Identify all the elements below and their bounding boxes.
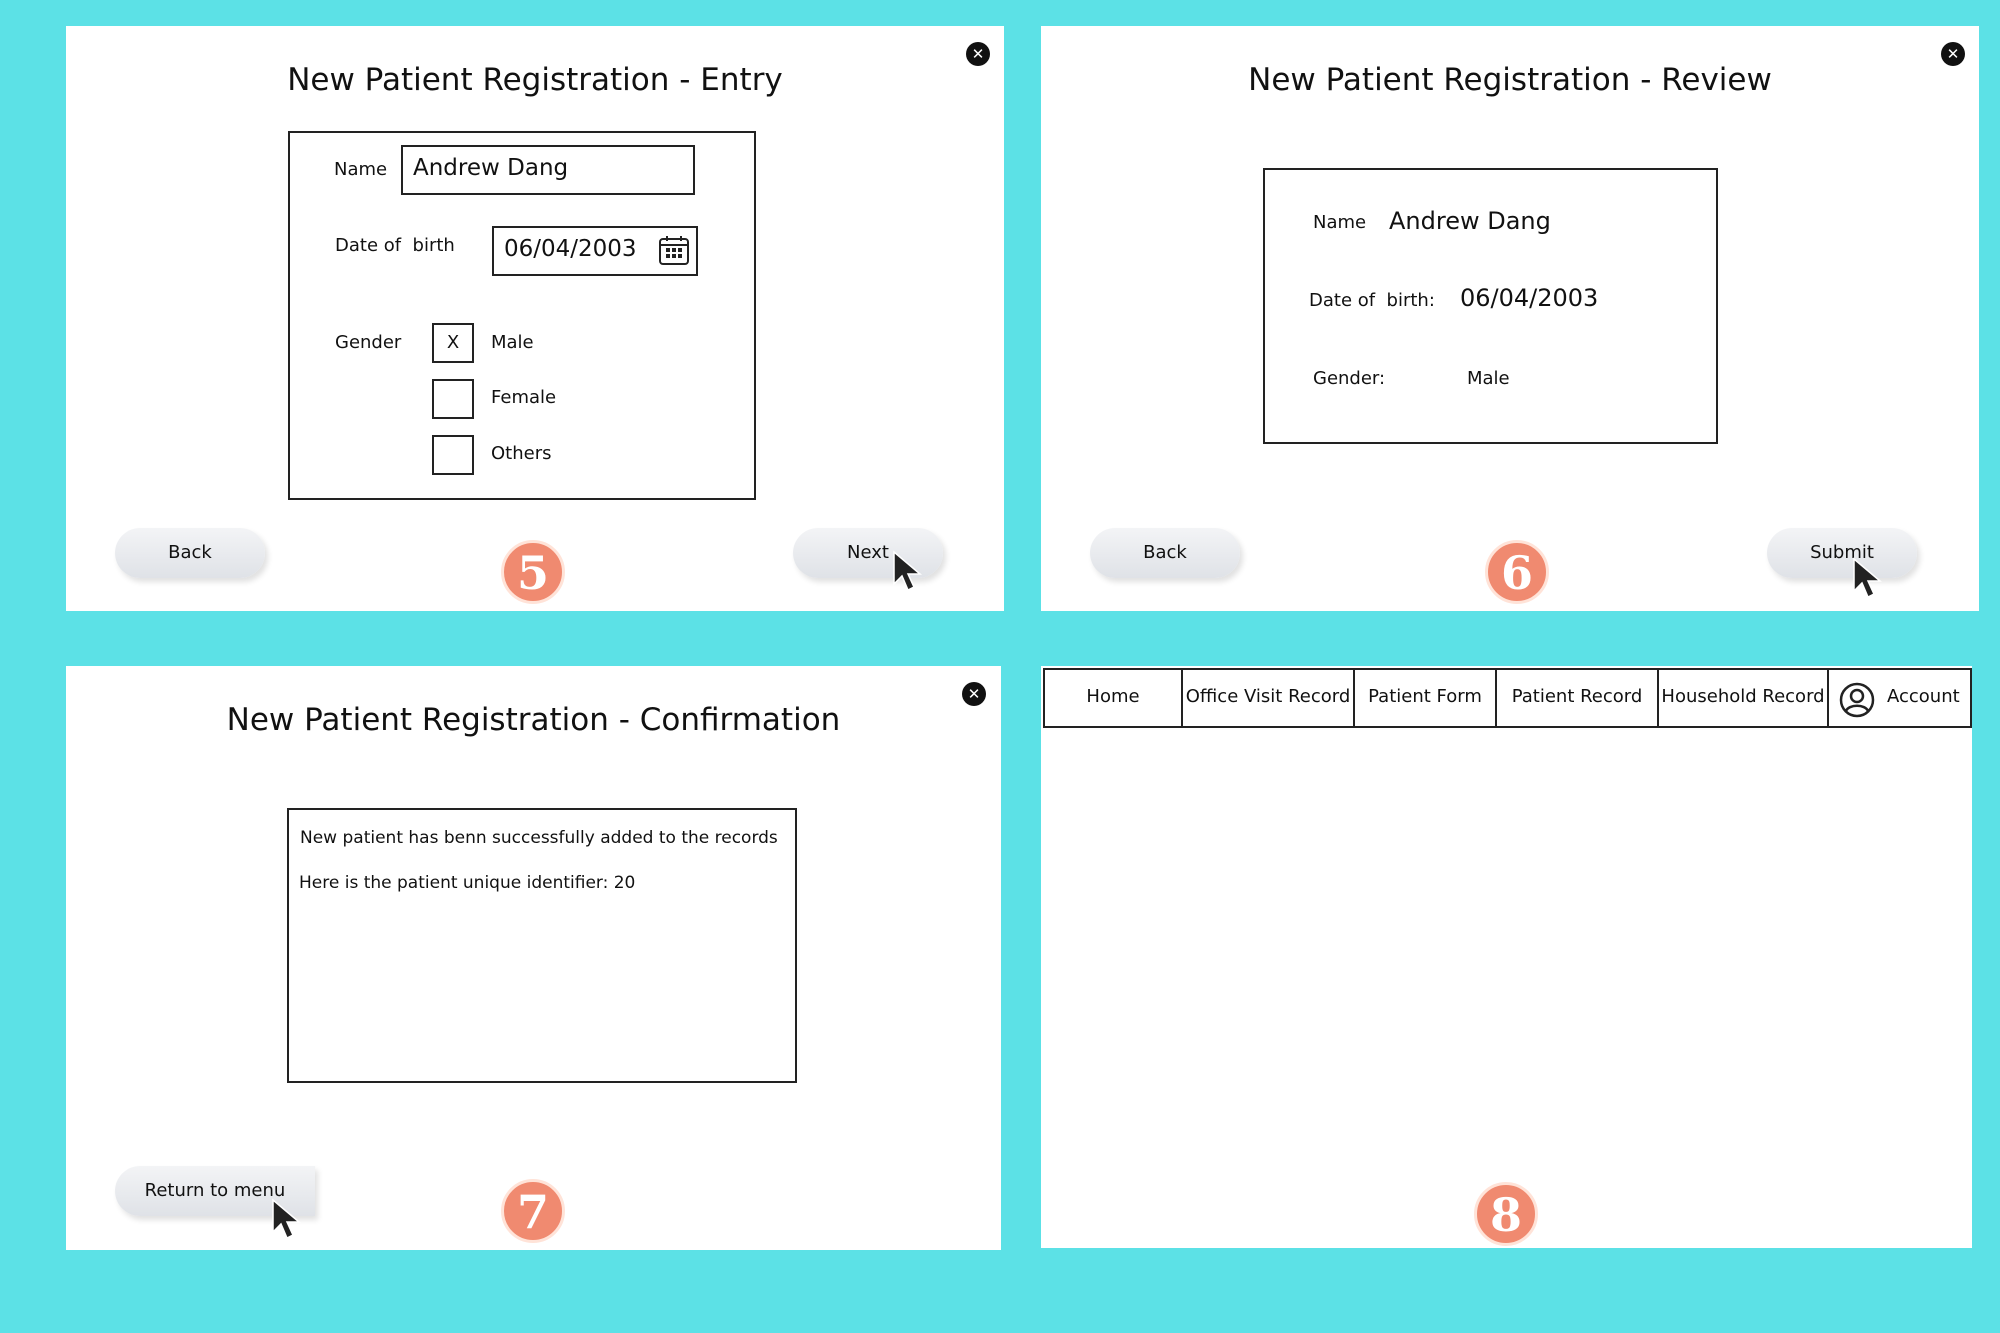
dob-field[interactable]: 06/04/2003 (492, 226, 698, 276)
review-dob-value: 06/04/2003 (1460, 284, 1599, 312)
patient-identifier-text: Here is the patient unique identifier: 2… (299, 873, 636, 893)
review-name-label: Name (1313, 212, 1367, 233)
confirmation-screen: New Patient Registration - Confirmation … (66, 666, 1001, 1250)
step-badge: 5 (501, 540, 565, 604)
tab-patient-form[interactable]: Patient Form (1353, 668, 1497, 728)
review-name-value: Andrew Dang (1389, 207, 1551, 235)
home-screen: Home Office Visit Record Patient Form Pa… (1041, 666, 1972, 1248)
dob-field-value: 06/04/2003 (504, 236, 637, 262)
submit-button[interactable]: Submit (1767, 528, 1917, 578)
page-title: New Patient Registration - Confirmation (226, 702, 841, 738)
confirmation-box (287, 808, 797, 1083)
review-dob-label: Date of birth: (1309, 290, 1435, 311)
cursor-arrow-icon (1853, 557, 1883, 599)
cursor-arrow-icon (893, 550, 923, 592)
name-field[interactable]: Andrew Dang (401, 145, 695, 195)
gender-female-label: Female (491, 387, 557, 408)
review-gender-label: Gender: (1313, 368, 1386, 389)
account-label: Account (1887, 686, 1960, 707)
user-avatar-icon (1839, 682, 1875, 718)
page-title: New Patient Registration - Entry (287, 62, 783, 98)
close-icon[interactable]: ✕ (1941, 42, 1965, 66)
cursor-arrow-icon (272, 1198, 302, 1240)
gender-male-checkbox[interactable]: X (432, 323, 474, 363)
step-badge: 6 (1485, 540, 1549, 604)
top-navigation: Home Office Visit Record Patient Form Pa… (1043, 668, 1972, 728)
calendar-icon[interactable] (658, 234, 690, 266)
review-screen: New Patient Registration - Review ✕ Name… (1041, 26, 1979, 611)
tab-office-visit-record[interactable]: Office Visit Record (1181, 668, 1355, 728)
gender-female-checkbox[interactable] (432, 379, 474, 419)
step-badge: 8 (1474, 1182, 1538, 1246)
page-title: New Patient Registration - Review (1248, 62, 1772, 98)
confirmation-message: New patient has benn successfully added … (300, 828, 778, 848)
account-button[interactable]: Account (1827, 668, 1972, 728)
close-icon[interactable]: ✕ (966, 42, 990, 66)
tab-household-record[interactable]: Household Record (1657, 668, 1829, 728)
gender-label: Gender (335, 332, 402, 353)
entry-screen: New Patient Registration - Entry ✕ Name … (66, 26, 1004, 611)
gender-others-checkbox[interactable] (432, 435, 474, 475)
gender-others-label: Others (491, 443, 552, 464)
name-label: Name (334, 159, 388, 180)
dob-label: Date of birth (335, 235, 455, 256)
back-button[interactable]: Back (1090, 528, 1240, 578)
step-badge: 7 (501, 1179, 565, 1243)
back-button[interactable]: Back (115, 528, 265, 578)
name-field-value: Andrew Dang (413, 155, 569, 181)
close-icon[interactable]: ✕ (962, 682, 986, 706)
tab-patient-record[interactable]: Patient Record (1495, 668, 1659, 728)
review-gender-value: Male (1467, 368, 1510, 389)
tab-home[interactable]: Home (1043, 668, 1183, 728)
gender-male-label: Male (491, 332, 534, 353)
